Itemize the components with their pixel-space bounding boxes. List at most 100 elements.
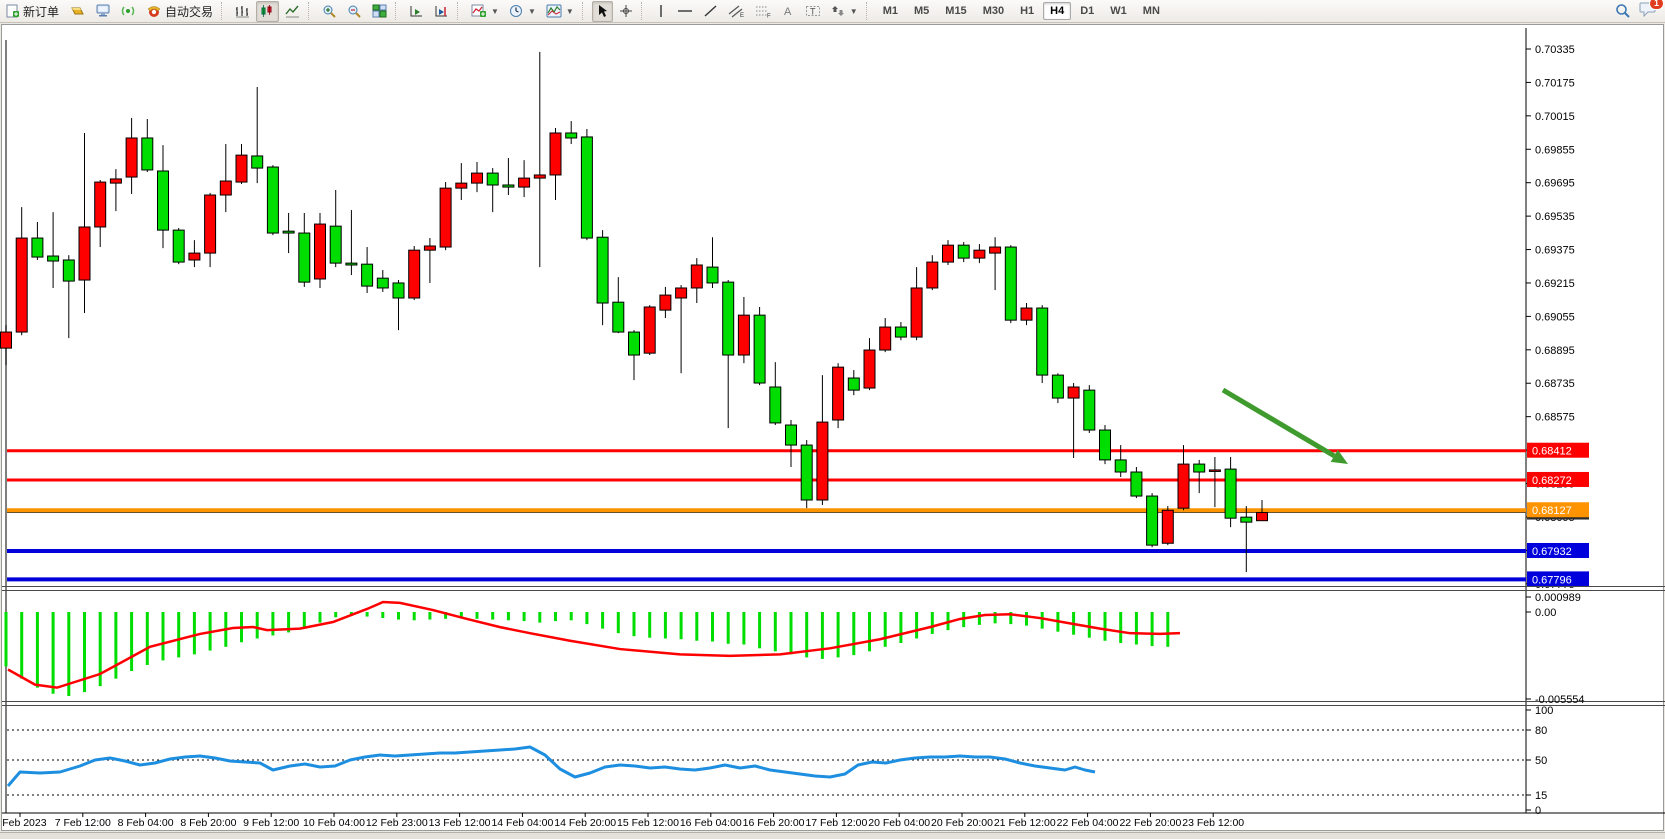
candle-body: [1084, 390, 1095, 430]
fibonacci-button[interactable]: F: [751, 1, 776, 22]
date-axis-label: 13 Feb 12:00: [429, 817, 491, 829]
candle-body: [1209, 470, 1220, 472]
signal-icon: [121, 4, 136, 18]
candle-body: [786, 425, 797, 445]
tf-m15-button[interactable]: M15: [938, 2, 973, 20]
dropdown-caret-icon: ▼: [528, 7, 536, 16]
toolbar-separator: [866, 2, 872, 20]
date-axis-label: 22 Feb 20:00: [1119, 817, 1181, 829]
price-axis-tick: 0.68575: [1535, 412, 1575, 424]
computer-icon: [95, 4, 111, 18]
price-axis-tick: 0.70335: [1535, 44, 1575, 56]
chart-shift-button[interactable]: [430, 1, 453, 22]
date-axis-label: 15 Feb 12:00: [617, 817, 679, 829]
gold-bar-icon: [69, 4, 85, 18]
templates-button[interactable]: ▼: [542, 1, 578, 22]
candle-body: [1052, 375, 1063, 398]
rsi-axis-tick: 50: [1535, 755, 1547, 767]
arrows-button[interactable]: ▼: [827, 1, 862, 22]
price-axis-tick: 0.69215: [1535, 278, 1575, 290]
zoom-out-icon: [347, 4, 362, 18]
candle-body: [377, 278, 388, 288]
candle-body: [801, 445, 812, 500]
hline-price-label: 0.68412: [1532, 446, 1572, 458]
candle-body: [990, 247, 1001, 253]
candle-body: [95, 182, 106, 227]
date-axis-label: 10 Feb 04:00: [303, 817, 365, 829]
candle-body: [550, 133, 561, 175]
indicators-button[interactable]: ▼: [467, 1, 503, 22]
candle-body: [597, 237, 608, 303]
text-icon: A: [782, 4, 795, 18]
candle-body: [205, 195, 216, 253]
text-button[interactable]: A: [778, 1, 799, 22]
new-order-label: 新订单: [23, 3, 59, 20]
price-axis-tick: 0.70015: [1535, 111, 1575, 123]
tf-m1-button[interactable]: M1: [876, 2, 905, 20]
tf-d1-button[interactable]: D1: [1073, 2, 1101, 20]
tf-w1-button[interactable]: W1: [1103, 2, 1134, 20]
dropdown-caret-icon: ▼: [850, 7, 858, 16]
search-icon[interactable]: [1615, 3, 1631, 19]
candle-body: [1, 332, 12, 348]
tf-h1-button[interactable]: H1: [1013, 2, 1041, 20]
candle-body: [534, 175, 545, 178]
tf-mn-button[interactable]: MN: [1136, 2, 1167, 20]
notification-badge: 1: [1649, 0, 1664, 10]
svg-text:E: E: [740, 13, 744, 18]
tile-windows-button[interactable]: [368, 1, 391, 22]
auto-trading-button[interactable]: 自动交易: [142, 1, 217, 22]
candle-body: [48, 256, 59, 261]
signal-button[interactable]: [117, 1, 140, 22]
svg-text:A: A: [784, 6, 792, 18]
candle-body: [126, 138, 137, 177]
candle-body: [1037, 308, 1048, 375]
candle-body: [644, 307, 655, 353]
market-watch-button[interactable]: [91, 1, 115, 22]
candle-body: [770, 387, 781, 423]
horizontal-line-button[interactable]: [673, 1, 697, 22]
candle-body: [63, 260, 74, 281]
main-toolbar: 新订单 自动交易 ▼ ▼: [0, 0, 1665, 23]
notifications-button[interactable]: 1: [1639, 1, 1657, 22]
candle-body: [1147, 496, 1158, 545]
vertical-line-button[interactable]: [651, 1, 671, 22]
candle-body: [566, 133, 577, 138]
indicators-icon: [471, 4, 487, 18]
date-axis-label: 8 Feb 20:00: [180, 817, 236, 829]
candle-body: [1100, 430, 1111, 460]
trendline-button[interactable]: [699, 1, 722, 22]
cursor-button[interactable]: [592, 1, 613, 22]
candlestick-chart-button[interactable]: [256, 1, 279, 22]
crosshair-button[interactable]: [615, 1, 637, 22]
zoom-out-button[interactable]: [343, 1, 366, 22]
text-label-button[interactable]: T: [801, 1, 825, 22]
candle-body: [16, 238, 27, 332]
candle-body: [1021, 308, 1032, 320]
candle-body: [173, 230, 184, 262]
candle-body: [754, 315, 765, 383]
bar-chart-button[interactable]: [231, 1, 254, 22]
candle-body: [833, 367, 844, 420]
candle-body: [1131, 472, 1142, 496]
candle-body: [817, 422, 828, 500]
date-axis-label: 22 Feb 04:00: [1057, 817, 1119, 829]
gold-button[interactable]: [65, 1, 89, 22]
candle-body: [299, 233, 310, 282]
auto-scroll-button[interactable]: [405, 1, 428, 22]
tf-m5-button[interactable]: M5: [907, 2, 936, 20]
new-order-button[interactable]: 新订单: [2, 1, 63, 22]
tf-h4-button[interactable]: H4: [1043, 2, 1071, 20]
candle-body: [691, 265, 702, 288]
line-chart-button[interactable]: [281, 1, 304, 22]
tf-m30-button[interactable]: M30: [976, 2, 1011, 20]
chart-canvas[interactable]: MACD(12,26,9) -0.002189 -0.002198 RSI(14…: [0, 0, 1665, 838]
equidistant-channel-button[interactable]: E: [724, 1, 749, 22]
candle-body: [911, 288, 922, 337]
toolbar-separator: [221, 2, 227, 20]
candle-body: [1115, 460, 1126, 472]
periods-button[interactable]: ▼: [505, 1, 540, 22]
zoom-in-button[interactable]: [318, 1, 341, 22]
svg-text:T: T: [810, 7, 816, 17]
candle-body: [393, 283, 404, 298]
